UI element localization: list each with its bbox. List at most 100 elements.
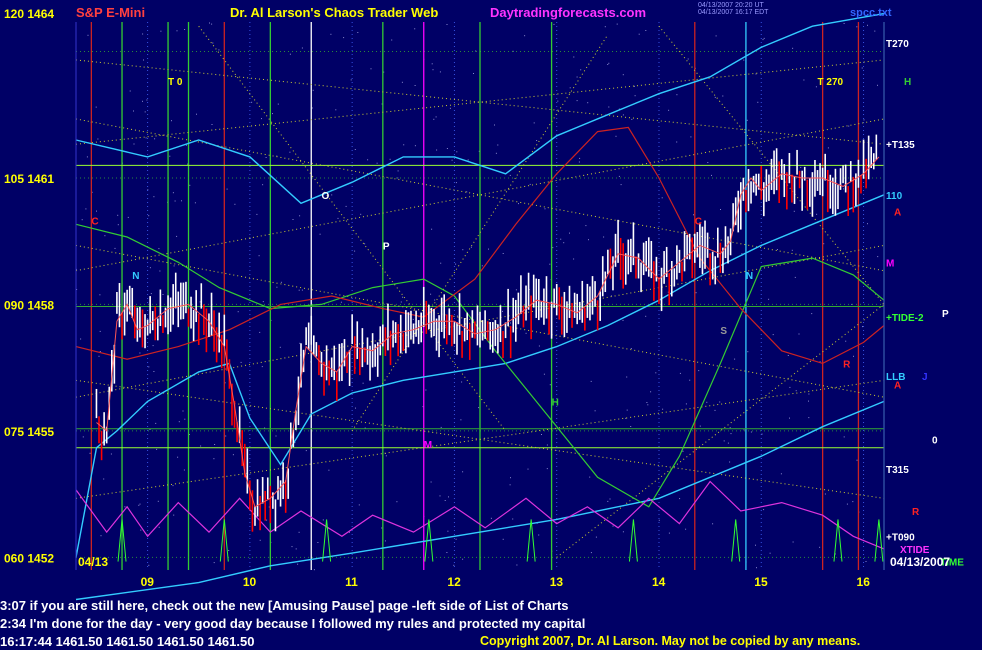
star-dot	[638, 33, 640, 35]
star-dot	[81, 219, 83, 221]
price-chart: 09 10 11 12 13 14 15 16 105 1461 090 1458 075 1455…	[0, 0, 982, 650]
star-dot	[312, 89, 314, 91]
star-dot	[98, 355, 100, 357]
star-dot	[87, 34, 89, 36]
star-dot	[455, 538, 457, 540]
star-dot	[714, 409, 716, 411]
star-dot	[557, 100, 559, 102]
star-dot	[200, 445, 202, 447]
star-dot	[251, 101, 253, 103]
star-dot	[699, 425, 701, 427]
star-dot	[853, 355, 854, 357]
star-dot	[553, 23, 555, 25]
star-dot	[679, 498, 681, 500]
star-dot	[693, 214, 694, 216]
star-dot	[439, 495, 441, 497]
star-dot	[279, 346, 281, 348]
star-dot	[763, 509, 765, 511]
right-side-label: A	[894, 208, 901, 219]
star-dot	[631, 118, 633, 120]
star-dot	[845, 340, 847, 342]
star-dot	[867, 223, 868, 225]
star-dot	[448, 496, 449, 498]
star-dot	[510, 477, 511, 479]
star-dot	[259, 331, 261, 333]
star-dot	[199, 301, 201, 303]
star-dot	[712, 523, 714, 525]
website-link[interactable]: Daytradingforecasts.com	[490, 5, 646, 20]
star-dot	[780, 473, 782, 475]
star-dot	[645, 30, 647, 31]
star-dot	[299, 342, 301, 344]
note-line-2: 2:34 I'm done for the day - very good da…	[0, 616, 586, 631]
star-dot	[183, 469, 185, 471]
star-dot	[843, 436, 845, 438]
star-dot	[262, 184, 264, 186]
star-dot	[827, 147, 829, 149]
ytick-label-105: 105 1461	[4, 172, 54, 186]
star-dot	[808, 393, 810, 395]
star-dot	[877, 84, 878, 86]
star-dot	[750, 431, 752, 433]
star-dot	[512, 518, 514, 520]
chart-annotation: T 0	[168, 77, 183, 88]
star-dot	[402, 296, 404, 298]
star-dot	[277, 103, 279, 105]
star-dot	[301, 289, 303, 291]
star-dot	[412, 318, 414, 320]
star-dot	[755, 544, 756, 546]
star-dot	[145, 137, 147, 139]
right-side-label: H	[904, 77, 911, 88]
star-dot	[96, 210, 97, 212]
star-dot	[322, 519, 324, 521]
star-dot	[240, 361, 242, 363]
star-dot	[769, 552, 771, 554]
star-dot	[99, 351, 101, 352]
star-dot	[433, 118, 435, 120]
star-dot	[714, 96, 716, 98]
star-dot	[689, 379, 691, 381]
star-dot	[99, 330, 101, 332]
star-dot	[762, 39, 764, 41]
star-dot	[256, 213, 258, 215]
star-dot	[808, 417, 810, 419]
star-dot	[381, 527, 383, 529]
star-dot	[297, 563, 299, 565]
star-dot	[292, 219, 294, 220]
star-dot	[376, 162, 378, 164]
star-dot	[276, 286, 278, 288]
star-dot	[431, 63, 433, 65]
star-dot	[178, 421, 180, 423]
right-side-label: 0	[932, 435, 938, 446]
star-dot	[497, 144, 499, 146]
star-dot	[729, 461, 731, 463]
star-dot	[525, 332, 527, 334]
star-dot	[466, 191, 468, 193]
note-line-1: 3:07 if you are still here, check out th…	[0, 598, 569, 613]
star-dot	[157, 500, 159, 502]
star-dot	[546, 468, 548, 470]
star-dot	[630, 426, 632, 427]
star-dot	[354, 149, 356, 150]
star-dot	[856, 26, 858, 28]
star-dot	[218, 49, 220, 51]
star-dot	[585, 225, 587, 227]
star-dot	[580, 69, 582, 71]
star-dot	[446, 24, 448, 25]
star-dot	[743, 429, 745, 431]
star-dot	[494, 124, 495, 126]
star-dot	[687, 58, 689, 60]
star-dot	[803, 79, 805, 81]
star-dot	[213, 562, 215, 564]
star-dot	[362, 382, 364, 384]
star-dot	[446, 148, 448, 149]
star-dot	[99, 294, 101, 296]
star-dot	[158, 248, 160, 250]
star-dot	[861, 67, 863, 69]
star-dot	[103, 478, 105, 480]
star-dot	[340, 301, 342, 303]
star-dot	[110, 453, 112, 455]
ytick-label-075: 075 1455	[4, 425, 54, 439]
star-dot	[576, 100, 578, 102]
star-dot	[133, 143, 135, 145]
